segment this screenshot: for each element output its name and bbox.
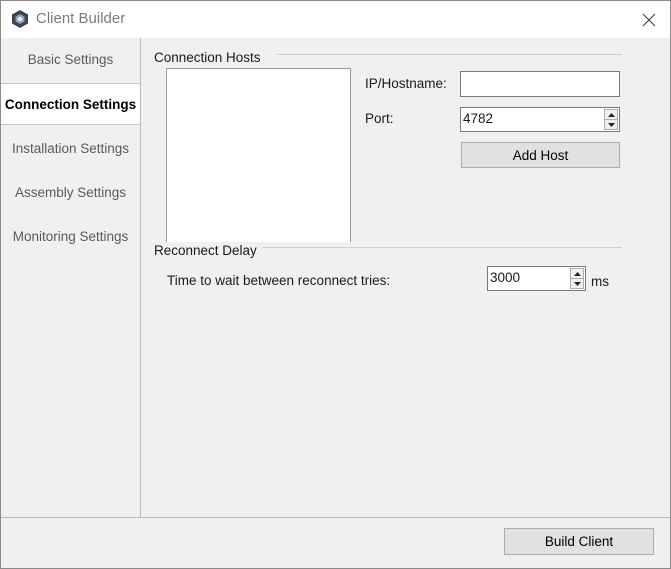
arrow-down-icon	[573, 281, 581, 286]
port-increment-button[interactable]	[604, 109, 618, 120]
sidebar-item-label: Assembly Settings	[14, 184, 127, 200]
sidebar-item-connection-settings[interactable]: Connection Settings	[1, 83, 140, 125]
add-host-button[interactable]: Add Host	[461, 142, 620, 168]
host-list[interactable]	[166, 68, 351, 242]
connection-hosts-title: Connection Hosts	[154, 50, 261, 65]
close-icon	[642, 13, 656, 26]
window-title: Client Builder	[36, 10, 126, 27]
reconnect-wait-label: Time to wait between reconnect tries:	[167, 273, 391, 288]
title-bar: Client Builder	[1, 1, 670, 38]
settings-sidebar: Basic Settings Connection Settings Insta…	[1, 38, 141, 517]
connection-hosts-divider	[277, 54, 622, 55]
app-logo-icon	[12, 10, 28, 28]
sidebar-item-label: Connection Settings	[4, 96, 137, 112]
reconnect-delay-stepper[interactable]: 3000	[487, 266, 586, 291]
port-value: 4782	[463, 111, 494, 126]
reconnect-delay-increment-button[interactable]	[570, 268, 584, 279]
arrow-down-icon	[607, 122, 615, 127]
sidebar-item-assembly-settings[interactable]: Assembly Settings	[1, 171, 140, 213]
build-client-button[interactable]: Build Client	[504, 528, 654, 555]
footer-bar: Build Client	[1, 517, 670, 568]
reconnect-delay-divider	[263, 247, 622, 248]
reconnect-delay-value: 3000	[490, 270, 521, 285]
sidebar-item-basic-settings[interactable]: Basic Settings	[1, 38, 140, 80]
reconnect-delay-title: Reconnect Delay	[154, 243, 257, 258]
sidebar-item-label: Installation Settings	[11, 140, 130, 156]
reconnect-delay-decrement-button[interactable]	[570, 279, 584, 289]
sidebar-item-installation-settings[interactable]: Installation Settings	[1, 127, 140, 169]
reconnect-delay-unit: ms	[591, 274, 609, 289]
close-button[interactable]	[629, 1, 669, 38]
port-label: Port:	[365, 111, 394, 126]
port-decrement-button[interactable]	[604, 120, 618, 130]
sidebar-item-label: Basic Settings	[27, 51, 114, 67]
ip-hostname-input[interactable]	[460, 71, 620, 97]
arrow-up-icon	[607, 112, 615, 117]
client-builder-window: Client Builder Basic Settings Connection…	[0, 0, 671, 569]
sidebar-item-label: Monitoring Settings	[12, 228, 129, 244]
sidebar-item-monitoring-settings[interactable]: Monitoring Settings	[1, 215, 140, 257]
arrow-up-icon	[573, 271, 581, 276]
ip-hostname-label: IP/Hostname:	[365, 76, 447, 91]
port-stepper[interactable]: 4782	[460, 107, 620, 132]
